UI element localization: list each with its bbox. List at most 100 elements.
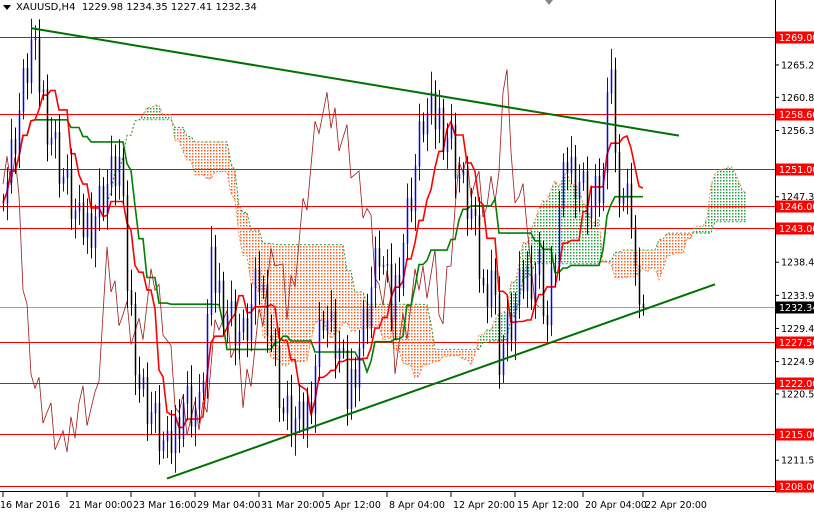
cloud-segment [223,141,227,172]
close-value: 1232.34 [215,2,257,13]
cloud-segment [251,230,255,284]
current-price-label: 1232.34 [779,303,814,314]
level-label: 1227.50 [779,338,814,349]
cloud-segment [151,105,155,120]
cloud-segment [719,169,723,222]
price-tick-label: 1229.40 [781,324,814,335]
cloud-segment [415,304,419,379]
cloud-segment [455,349,459,356]
level-label: 1251.00 [779,165,814,176]
cloud-segment [351,270,355,332]
time-tick-label: 20 Apr 04:00 [585,500,647,511]
price-tick-label: 1238.40 [781,258,814,269]
cloud-segment [179,127,183,152]
time-tick-label: 21 Mar 00:00 [69,500,132,511]
cloud-segment [215,141,219,172]
dropdown-triangle-icon[interactable] [3,4,11,10]
cloud-segment [339,244,343,332]
price-tick-label: 1256.30 [781,126,814,137]
level-label: 1215.00 [779,430,814,441]
cloud-segment [283,244,287,366]
cloud-segment [495,313,499,341]
cloud-segment [675,233,679,253]
price-tick-label: 1233.90 [781,291,814,302]
cloud-segment [343,244,347,323]
cloud-segment [359,292,363,329]
low-value: 1227.41 [170,2,213,13]
time-tick-label: 31 Mar 20:00 [261,500,324,511]
cloud-segment [163,114,167,120]
cloud-segment [631,250,635,277]
time-tick-label: 23 Mar 16:00 [133,500,196,511]
cloud-segment [723,167,727,222]
chart-shift-marker-icon[interactable] [545,0,553,5]
trendline-upper[interactable] [30,27,680,137]
cloud-segment [467,349,471,366]
chart-title: XAUUSD,H4 1229.98 1234.35 1227.41 1232.3… [3,2,257,13]
level-label: 1208.00 [779,482,814,493]
price-axis: 1265.201260.801256.301247.301238.401233.… [775,31,814,493]
cloud-segment [203,141,207,180]
time-tick-label: 22 Apr 20:00 [645,500,707,511]
price-tick-label: 1220.50 [781,389,814,400]
cloud-segment [683,233,687,253]
cloud-segment [147,107,151,120]
cloud-segment [491,319,495,341]
cloud-segment [735,172,739,222]
cloud-segment [195,141,199,175]
price-tick-label: 1211.50 [781,456,814,467]
cloud-segment [219,141,223,172]
cloud-segment [411,304,415,379]
cloud-segment [423,304,427,365]
cloud-segment [743,191,747,222]
cloud-segment [439,349,443,362]
cloud-segment [479,334,483,350]
cloud-segment [159,105,163,120]
cloud-segment [643,250,647,272]
price-chart[interactable]: 1265.201260.801256.301247.301238.401233.… [0,0,814,514]
cloud-segment [155,105,159,120]
time-tick-label: 16 Mar 2016 [0,500,60,511]
high-value: 1234.35 [126,2,168,13]
cloud-segment [687,233,691,239]
cloud-segment [699,226,703,234]
cloud-segment [715,169,719,222]
cloud-segment [571,184,575,264]
open-value: 1229.98 [81,2,124,13]
cloud-segment [555,180,559,264]
time-tick-label: 15 Apr 12:00 [517,500,579,511]
cloud-segment [659,239,663,280]
cloud-segment [731,166,735,222]
cloud-segment [347,270,351,332]
cloud-segment [627,250,631,278]
cloud-segment [311,244,315,341]
cloud-segment [623,250,627,278]
cloud-segment [651,250,655,269]
cloud-segment [315,244,319,324]
cloud-segment [227,141,231,194]
cloud-segment [679,233,683,253]
price-tick-label: 1260.80 [781,93,814,104]
cloud-segment [487,329,491,343]
time-tick-label: 29 Mar 04:00 [197,500,260,511]
time-tick-label: 8 Apr 04:00 [389,500,445,511]
cloud-segment [167,114,171,120]
cloud-segment [435,349,439,362]
cloud-segment [175,127,179,141]
cloud-segment [547,189,551,264]
level-label: 1222.00 [779,379,814,390]
level-label: 1269.00 [779,33,814,44]
price-tick-label: 1265.20 [781,60,814,71]
cloud-segment [303,244,307,362]
trendline-lower[interactable] [166,283,716,480]
cloud-segment [707,185,711,234]
cloud-segment [207,141,211,180]
cloud-segment [671,233,675,256]
cloud-segment [619,250,623,278]
time-tick-label: 5 Apr 12:00 [325,500,381,511]
level-label: 1246.00 [779,202,814,213]
cloud-segment [291,244,295,362]
cloud-segment [383,304,387,341]
cloud-segment [443,349,447,357]
cloud-segment [535,208,539,264]
